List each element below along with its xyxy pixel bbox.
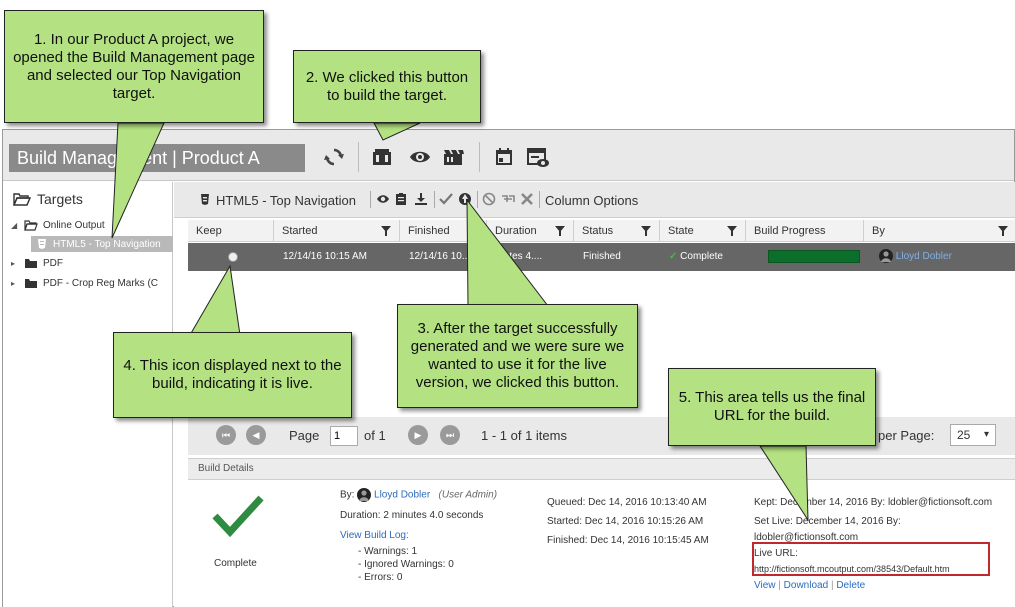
callout-4: 4. This icon displayed next to the build… xyxy=(113,332,352,418)
callout-2: 2. We clicked this button to build the t… xyxy=(293,50,481,123)
screenshot: Build Management | Product A Targets ◢ O… xyxy=(0,0,1015,607)
callout-2-text: 2. We clicked this button to build the t… xyxy=(305,68,469,104)
callout-3-text: 3. After the target successfully generat… xyxy=(410,320,625,391)
callout-3: 3. After the target successfully generat… xyxy=(397,304,638,408)
callout-5-text: 5. This area tells us the final URL for … xyxy=(678,389,866,424)
callout-4-text: 4. This icon displayed next to the build… xyxy=(123,357,342,392)
callout-1: 1. In our Product A project, we opened t… xyxy=(4,10,264,123)
callout-5: 5. This area tells us the final URL for … xyxy=(668,368,876,446)
callout-1-text: 1. In our Product A project, we opened t… xyxy=(13,30,255,102)
